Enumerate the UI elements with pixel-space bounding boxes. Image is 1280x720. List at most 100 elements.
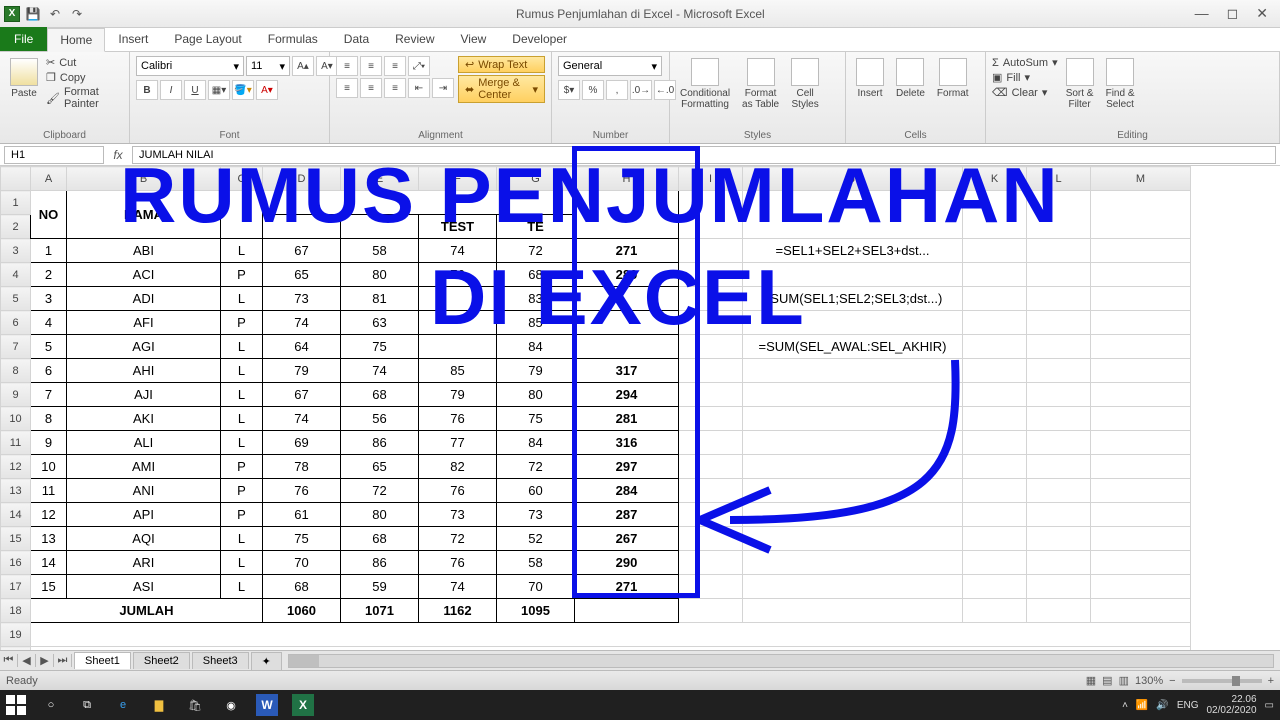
insert-cell-button[interactable]: Insert <box>852 56 888 101</box>
column-headers[interactable]: A B C D E F G H I J K L M <box>1 167 1191 191</box>
volume-icon[interactable]: 🔊 <box>1156 700 1168 711</box>
zoom-slider[interactable] <box>1182 679 1262 683</box>
row-4[interactable]: 4 <box>1 263 31 287</box>
system-tray[interactable]: ˄ 📶 🔊 ENG 22.06 02/02/2020 ▭ <box>1122 694 1274 716</box>
inc-decimal-icon[interactable]: .0→ <box>630 80 652 100</box>
row-18[interactable]: 18 <box>1 599 31 623</box>
format-cell-button[interactable]: Format <box>933 56 973 101</box>
sheet-first-icon[interactable]: ⏮ <box>0 654 18 667</box>
align-left-icon[interactable]: ≡ <box>336 78 358 98</box>
row-12[interactable]: 12 <box>1 455 31 479</box>
clock[interactable]: 22.06 02/02/2020 <box>1206 694 1256 716</box>
tray-up-icon[interactable]: ˄ <box>1122 700 1128 711</box>
word-icon[interactable]: W <box>256 694 278 716</box>
merge-center-button[interactable]: ⬌ Merge & Center ▾ <box>458 75 545 103</box>
col-A[interactable]: A <box>31 167 67 191</box>
number-format-combo[interactable]: General▾ <box>558 56 662 76</box>
hscroll-thumb[interactable] <box>289 655 319 667</box>
qat-save-icon[interactable]: 💾 <box>24 5 42 23</box>
tab-page-layout[interactable]: Page Layout <box>161 27 254 51</box>
formula-input[interactable]: JUMLAH NILAI <box>132 146 1276 164</box>
bold-button[interactable]: B <box>136 80 158 100</box>
view-normal-icon[interactable]: ▦ <box>1086 674 1096 687</box>
align-bottom-icon[interactable]: ≡ <box>384 56 406 76</box>
sheet-new-icon[interactable]: ✦ <box>251 652 282 670</box>
row-2[interactable]: 2 <box>1 215 31 239</box>
sheet-tab-2[interactable]: Sheet2 <box>133 652 190 669</box>
fx-icon[interactable]: fx <box>108 148 128 162</box>
formula-hint-1[interactable]: =SEL1+SEL2+SEL3+dst... <box>743 239 963 263</box>
row-3[interactable]: 3 <box>1 239 31 263</box>
col-G[interactable]: G <box>497 167 575 191</box>
row-5[interactable]: 5 <box>1 287 31 311</box>
font-color-button[interactable]: A▾ <box>256 80 278 100</box>
fill-button[interactable]: ▣ Fill ▾ <box>992 71 1058 84</box>
col-H[interactable]: H <box>575 167 679 191</box>
format-as-table-button[interactable]: Format as Table <box>738 56 783 112</box>
clear-button[interactable]: ⌫ Clear ▾ <box>992 86 1058 99</box>
worksheet-grid[interactable]: A B C D E F G H I J K L M 1 NO NAMA 2 TE… <box>0 166 1280 650</box>
tab-data[interactable]: Data <box>331 27 382 51</box>
row-10[interactable]: 10 <box>1 407 31 431</box>
qat-undo-icon[interactable]: ↶ <box>46 5 64 23</box>
tab-formulas[interactable]: Formulas <box>255 27 331 51</box>
tab-review[interactable]: Review <box>382 27 447 51</box>
underline-button[interactable]: U <box>184 80 206 100</box>
col-E[interactable]: E <box>341 167 419 191</box>
lang-indicator[interactable]: ENG <box>1177 700 1199 711</box>
cortana-icon[interactable]: ○ <box>40 694 62 716</box>
formula-hint-3[interactable]: =SUM(SEL_AWAL:SEL_AKHIR) <box>743 335 963 359</box>
formula-hint-2[interactable]: =SUM(SEL1;SEL2;SEL3;dst...) <box>743 287 963 311</box>
sheet-next-icon[interactable]: ▶ <box>36 654 54 667</box>
col-M[interactable]: M <box>1091 167 1191 191</box>
cell-styles-button[interactable]: Cell Styles <box>787 56 823 112</box>
align-right-icon[interactable]: ≡ <box>384 78 406 98</box>
row-8[interactable]: 8 <box>1 359 31 383</box>
zoom-level[interactable]: 130% <box>1135 675 1163 687</box>
font-size-combo[interactable]: 11▾ <box>246 56 290 76</box>
row-6[interactable]: 6 <box>1 311 31 335</box>
indent-dec-icon[interactable]: ⇤ <box>408 78 430 98</box>
zoom-in-icon[interactable]: + <box>1268 675 1274 687</box>
excel-taskbar-icon[interactable]: X <box>292 694 314 716</box>
indent-inc-icon[interactable]: ⇥ <box>432 78 454 98</box>
tab-view[interactable]: View <box>448 27 500 51</box>
sheet-last-icon[interactable]: ⏭ <box>54 654 72 667</box>
sheet-tab-3[interactable]: Sheet3 <box>192 652 249 669</box>
zoom-out-icon[interactable]: − <box>1169 675 1175 687</box>
col-C[interactable]: C <box>221 167 263 191</box>
sheet-tab-1[interactable]: Sheet1 <box>74 652 131 669</box>
minimize-button[interactable]: — <box>1195 5 1209 22</box>
col-I[interactable]: I <box>679 167 743 191</box>
tab-home[interactable]: Home <box>47 28 105 52</box>
align-top-icon[interactable]: ≡ <box>336 56 358 76</box>
align-middle-icon[interactable]: ≡ <box>360 56 382 76</box>
sheet-prev-icon[interactable]: ◀ <box>18 654 36 667</box>
row-14[interactable]: 14 <box>1 503 31 527</box>
wrap-text-button[interactable]: ↩ Wrap Text <box>458 56 545 73</box>
font-name-combo[interactable]: Calibri▾ <box>136 56 244 76</box>
row-1[interactable]: 1 <box>1 191 31 215</box>
explorer-icon[interactable]: ▇ <box>148 694 170 716</box>
conditional-formatting-button[interactable]: Conditional Formatting <box>676 56 734 112</box>
store-icon[interactable]: 🛍 <box>184 694 206 716</box>
col-D[interactable]: D <box>263 167 341 191</box>
currency-icon[interactable]: $▾ <box>558 80 580 100</box>
find-select-button[interactable]: Find & Select <box>1102 56 1139 112</box>
col-J[interactable]: J <box>743 167 963 191</box>
tab-insert[interactable]: Insert <box>105 27 161 51</box>
delete-cell-button[interactable]: Delete <box>892 56 929 101</box>
row-11[interactable]: 11 <box>1 431 31 455</box>
row-7[interactable]: 7 <box>1 335 31 359</box>
grow-font-icon[interactable]: A▴ <box>292 56 314 76</box>
file-tab[interactable]: File <box>0 27 47 51</box>
row-15[interactable]: 15 <box>1 527 31 551</box>
percent-icon[interactable]: % <box>582 80 604 100</box>
sort-filter-button[interactable]: Sort & Filter <box>1062 56 1098 112</box>
border-button[interactable]: ▦▾ <box>208 80 230 100</box>
close-button[interactable]: ✕ <box>1256 5 1268 22</box>
fill-color-button[interactable]: 🪣▾ <box>232 80 254 100</box>
comma-icon[interactable]: , <box>606 80 628 100</box>
row-16[interactable]: 16 <box>1 551 31 575</box>
notifications-icon[interactable]: ▭ <box>1265 700 1274 711</box>
